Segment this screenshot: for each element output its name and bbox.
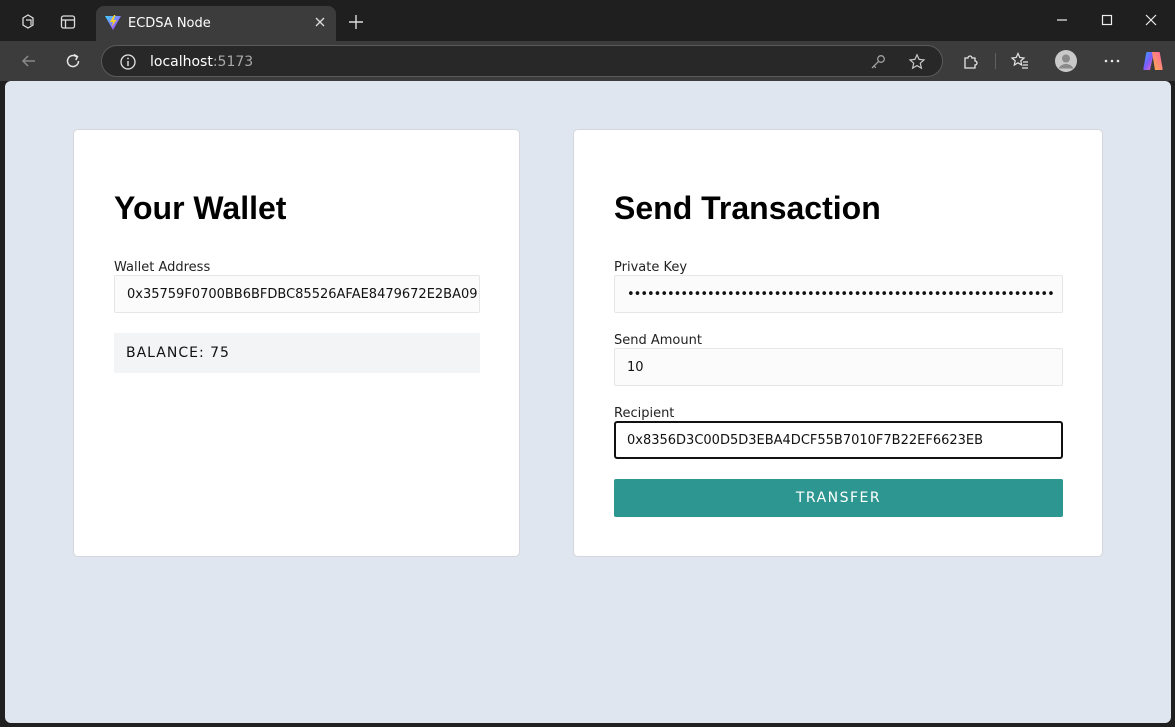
address-bar[interactable]: localhost:5173: [101, 45, 943, 77]
wallet-title: Your Wallet: [114, 190, 287, 226]
send-amount-label: Send Amount: [614, 333, 702, 348]
favorite-star-icon[interactable]: [907, 52, 927, 72]
tab-bar: ECDSA Node: [0, 0, 1175, 41]
wallet-card: Your Wallet Wallet Address 0x35759F0700B…: [73, 129, 520, 557]
url-host: localhost: [150, 54, 213, 70]
private-key-label: Private Key: [614, 260, 688, 275]
balance-display: BALANCE: 75: [114, 333, 480, 373]
refresh-icon[interactable]: [62, 51, 84, 71]
wallet-address-label: Wallet Address: [114, 260, 211, 275]
send-transaction-title: Send Transaction: [614, 190, 881, 226]
close-window-icon[interactable]: [1141, 10, 1161, 30]
tab-title: ECDSA Node: [128, 16, 211, 31]
minimize-icon[interactable]: [1052, 10, 1072, 30]
copilot-icon[interactable]: [1141, 49, 1165, 73]
recipient-input[interactable]: 0x8356D3C00D5D3EBA4DCF55B7010F7B22EF6623…: [614, 421, 1063, 459]
url-port: :5173: [212, 54, 254, 70]
send-amount-input[interactable]: 10: [614, 348, 1063, 386]
back-icon[interactable]: [18, 51, 40, 71]
transfer-button[interactable]: TRANSFER: [614, 479, 1063, 517]
key-icon[interactable]: [868, 52, 888, 72]
workspaces-icon[interactable]: [14, 8, 42, 36]
tab-ecdsa-node[interactable]: ECDSA Node: [96, 6, 336, 41]
maximize-icon[interactable]: [1097, 10, 1117, 30]
close-tab-icon[interactable]: [312, 14, 328, 30]
vite-logo-icon: [104, 15, 122, 31]
toolbar-divider: [995, 53, 996, 69]
more-icon[interactable]: [1101, 51, 1123, 71]
new-tab-icon[interactable]: [346, 12, 366, 32]
favorites-icon[interactable]: [1009, 51, 1031, 71]
extensions-icon[interactable]: [960, 51, 982, 71]
tab-actions-icon[interactable]: [54, 8, 82, 36]
send-transaction-card: Send Transaction Private Key •••••••••••…: [573, 129, 1103, 557]
site-info-icon[interactable]: [118, 52, 138, 72]
private-key-input[interactable]: ••••••••••••••••••••••••••••••••••••••••…: [614, 275, 1063, 313]
url-text: localhost:5173: [150, 54, 253, 70]
page-viewport: Your Wallet Wallet Address 0x35759F0700B…: [5, 81, 1171, 723]
recipient-label: Recipient: [614, 406, 675, 421]
profile-avatar-icon[interactable]: [1054, 49, 1078, 73]
browser-toolbar: localhost:5173: [0, 41, 1175, 81]
wallet-address-input[interactable]: 0x35759F0700BB6BFDBC85526AFAE8479672E2BA…: [114, 275, 480, 313]
